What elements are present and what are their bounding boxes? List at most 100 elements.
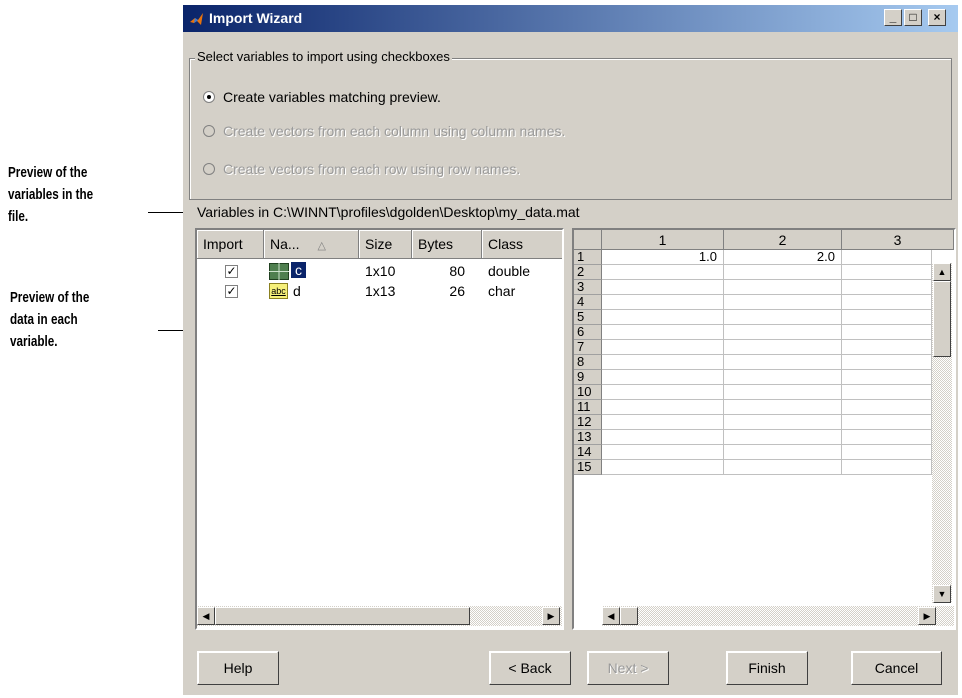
scroll-right-button[interactable]: ▶ — [918, 607, 936, 625]
grid-row-header[interactable]: 8 — [574, 355, 602, 370]
scroll-down-button[interactable]: ▼ — [933, 585, 951, 603]
grid-cell[interactable] — [602, 280, 724, 295]
grid-cell[interactable] — [842, 415, 932, 430]
grid-row-header[interactable]: 7 — [574, 340, 602, 355]
scroll-left-button[interactable]: ◀ — [197, 607, 215, 625]
column-header-import[interactable]: Import — [197, 230, 264, 259]
scroll-thumb[interactable] — [215, 607, 470, 625]
column-header-name[interactable]: Na... △ — [264, 230, 359, 259]
grid-cell[interactable] — [602, 445, 724, 460]
data-horizontal-scrollbar[interactable]: ◀ ▶ — [602, 606, 954, 626]
grid-cell[interactable] — [842, 340, 932, 355]
grid-cell[interactable] — [724, 400, 842, 415]
abc-icon: abc — [269, 283, 288, 299]
grid-cell[interactable] — [602, 295, 724, 310]
grid-row-header[interactable]: 6 — [574, 325, 602, 340]
close-button[interactable]: × — [928, 9, 946, 26]
import-checkbox[interactable]: ✓ — [225, 285, 238, 298]
grid-row-header[interactable]: 5 — [574, 310, 602, 325]
data-preview-grid: 1 2 3 1 1.0 2.0 2 3 4 5 6 7 8 9 10 11 12 13 14 15 ▲ ▼ ◀ … — [572, 228, 956, 630]
grid-cell[interactable] — [602, 370, 724, 385]
column-header-class[interactable]: Class — [482, 230, 562, 259]
grid-row-header[interactable]: 4 — [574, 295, 602, 310]
grid-row-header[interactable]: 10 — [574, 385, 602, 400]
grid-cell[interactable]: 2.0 — [724, 250, 842, 265]
grid-cell[interactable] — [842, 295, 932, 310]
grid-cell[interactable] — [724, 340, 842, 355]
variable-bytes: 80 — [449, 263, 465, 279]
grid-cell[interactable] — [842, 445, 932, 460]
grid-cell[interactable] — [842, 370, 932, 385]
variable-row[interactable]: ✓ abc d 1x13 26 char — [197, 282, 562, 302]
grid-cell[interactable] — [602, 310, 724, 325]
grid-column-header[interactable]: 3 — [842, 230, 954, 250]
grid-cell[interactable] — [842, 460, 932, 475]
scroll-thumb[interactable] — [620, 607, 638, 625]
back-button[interactable]: < Back — [489, 651, 571, 685]
grid-row-header[interactable]: 15 — [574, 460, 602, 475]
grid-cell[interactable] — [724, 355, 842, 370]
grid-cell[interactable] — [842, 310, 932, 325]
grid-cell[interactable] — [842, 355, 932, 370]
radio-create-variables[interactable]: Create variables matching preview. — [203, 89, 441, 105]
variables-horizontal-scrollbar[interactable]: ◀ ▶ — [197, 606, 562, 626]
grid-column-header[interactable]: 1 — [602, 230, 724, 250]
grid-cell[interactable] — [842, 265, 932, 280]
grid-row-header[interactable]: 14 — [574, 445, 602, 460]
scroll-thumb[interactable] — [933, 281, 951, 357]
grid-cell[interactable] — [602, 355, 724, 370]
grid-row-header[interactable]: 3 — [574, 280, 602, 295]
column-header-size[interactable]: Size — [359, 230, 412, 259]
grid-cell[interactable] — [602, 415, 724, 430]
import-checkbox[interactable]: ✓ — [225, 265, 238, 278]
grid-cell[interactable] — [724, 385, 842, 400]
cancel-button[interactable]: Cancel — [851, 651, 942, 685]
grid-cell[interactable] — [724, 280, 842, 295]
radio-selected-icon[interactable] — [203, 91, 215, 103]
variable-row[interactable]: ✓ c 1x10 80 double — [197, 261, 562, 282]
grid-cell[interactable] — [602, 340, 724, 355]
callout-variables-preview: Preview of the variables in the file. — [8, 164, 94, 225]
grid-row-header[interactable]: 12 — [574, 415, 602, 430]
minimize-button[interactable]: _ — [884, 9, 902, 26]
grid-cell[interactable] — [842, 280, 932, 295]
scroll-right-button[interactable]: ▶ — [542, 607, 560, 625]
scroll-left-button[interactable]: ◀ — [602, 607, 620, 625]
grid-cell[interactable] — [602, 460, 724, 475]
grid-cell[interactable] — [842, 430, 932, 445]
grid-cell[interactable] — [724, 415, 842, 430]
grid-cell[interactable] — [602, 430, 724, 445]
grid-row-header[interactable]: 13 — [574, 430, 602, 445]
grid-cell[interactable] — [724, 325, 842, 340]
sort-ascending-icon: △ — [317, 240, 326, 252]
grid-cell[interactable] — [842, 325, 932, 340]
grid-cell[interactable] — [724, 295, 842, 310]
finish-button[interactable]: Finish — [726, 651, 808, 685]
grid-cell[interactable]: 1.0 — [602, 250, 724, 265]
data-vertical-scrollbar[interactable]: ▲ ▼ — [932, 263, 952, 603]
grid-cell[interactable] — [602, 325, 724, 340]
grid-cell[interactable] — [724, 370, 842, 385]
grid-cell[interactable] — [724, 310, 842, 325]
grid-cell[interactable] — [724, 445, 842, 460]
grid-column-header[interactable]: 2 — [724, 230, 842, 250]
grid-cell[interactable] — [724, 265, 842, 280]
maximize-button[interactable]: □ — [904, 9, 922, 26]
grid-row-header[interactable]: 2 — [574, 265, 602, 280]
scroll-up-button[interactable]: ▲ — [933, 263, 951, 281]
grid-cell[interactable] — [842, 400, 932, 415]
grid-cell[interactable] — [602, 265, 724, 280]
column-header-bytes[interactable]: Bytes — [412, 230, 482, 259]
help-button[interactable]: Help — [197, 651, 279, 685]
variable-size: 1x13 — [365, 283, 396, 299]
grid-cell[interactable] — [724, 460, 842, 475]
grid-row-header[interactable]: 11 — [574, 400, 602, 415]
grid-cell[interactable] — [602, 400, 724, 415]
grid-cell[interactable] — [724, 430, 842, 445]
grid-cell[interactable] — [842, 385, 932, 400]
grid-row-header[interactable]: 9 — [574, 370, 602, 385]
grid-cell[interactable] — [602, 385, 724, 400]
grid-cell[interactable] — [842, 250, 932, 265]
title-bar[interactable]: Import Wizard _ □ × — [183, 5, 958, 32]
grid-row-header[interactable]: 1 — [574, 250, 602, 265]
